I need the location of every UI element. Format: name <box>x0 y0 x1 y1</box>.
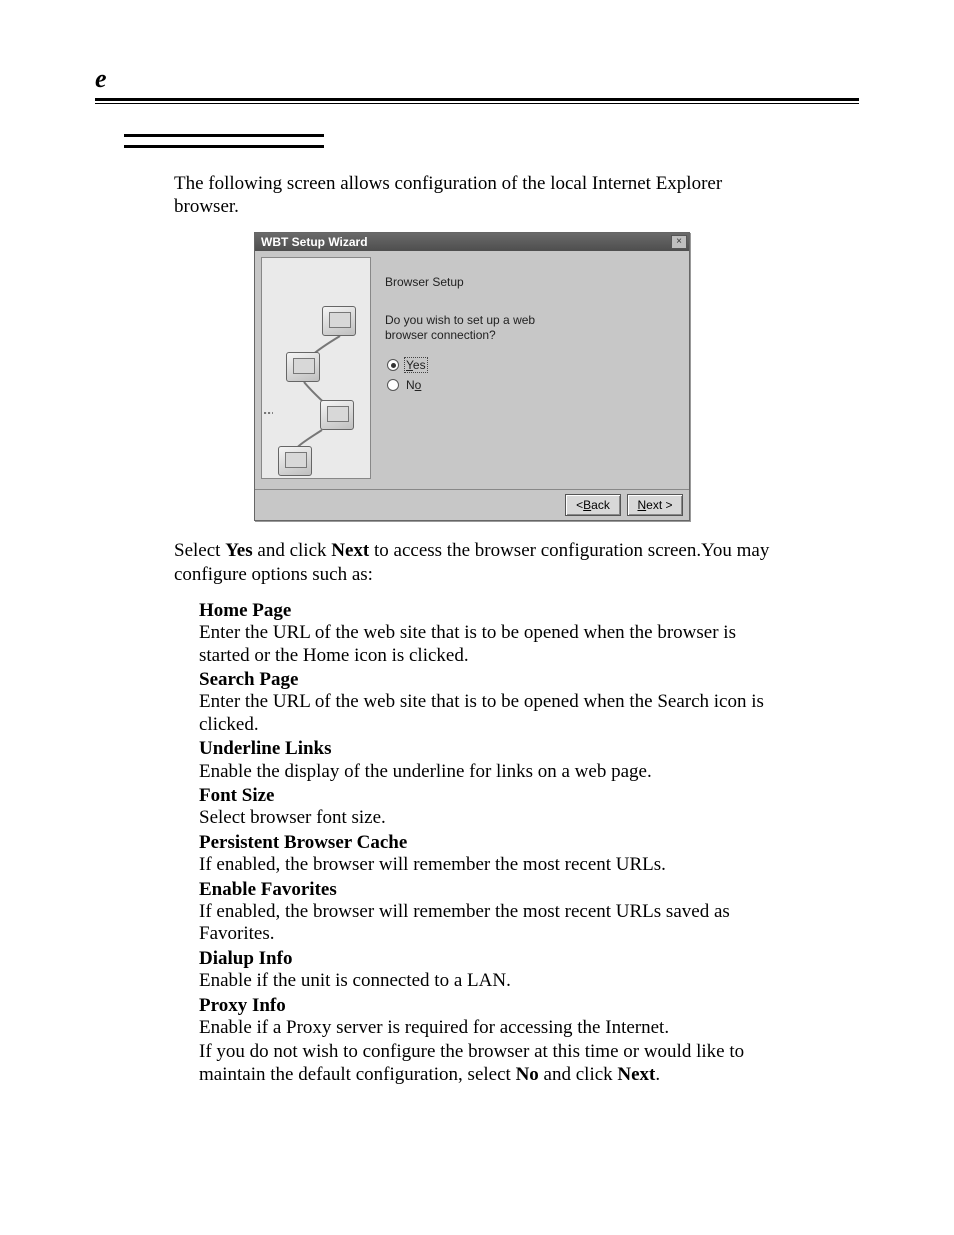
intro-text: The following screen allows configuratio… <box>174 172 779 218</box>
def-title: Search Page <box>199 669 779 691</box>
radio-yes[interactable]: Yes <box>387 357 673 373</box>
def-title: Persistent Browser Cache <box>199 832 779 854</box>
terminal-icon <box>286 352 320 382</box>
dialog-title: WBT Setup Wizard <box>261 235 368 249</box>
def-body: Enter the URL of the web site that is to… <box>199 622 779 667</box>
def-body: Enter the URL of the web site that is to… <box>199 691 779 736</box>
page-header-mark: e <box>95 66 859 92</box>
wizard-question: Do you wish to set up a web browser conn… <box>385 313 565 343</box>
terminal-icon <box>322 306 356 336</box>
def-title: Home Page <box>199 600 779 622</box>
back-button[interactable]: < Back <box>565 494 621 516</box>
def-body: Enable if the unit is connected to a LAN… <box>199 970 779 992</box>
section-rule-1 <box>124 134 324 137</box>
def-body: Enable if a Proxy server is required for… <box>199 1017 779 1039</box>
def-title: Enable Favorites <box>199 879 779 901</box>
def-body: Select browser font size. <box>199 807 779 829</box>
radio-yes-label: Yes <box>404 357 428 373</box>
radio-empty-icon <box>387 379 399 391</box>
wizard-illustration <box>261 257 371 479</box>
closing-text: If you do not wish to configure the brow… <box>199 1041 779 1086</box>
def-title: Dialup Info <box>199 948 779 970</box>
radio-dot-icon <box>387 359 399 371</box>
terminal-icon <box>278 446 312 476</box>
close-button[interactable]: × <box>671 235 687 249</box>
radio-no[interactable]: No <box>387 377 673 393</box>
section-rule-2 <box>124 145 324 148</box>
terminal-icon <box>320 400 354 430</box>
definition-list: Home Page Enter the URL of the web site … <box>199 600 779 1087</box>
def-title: Underline Links <box>199 738 779 760</box>
def-body: Enable the display of the underline for … <box>199 761 779 783</box>
header-rule-thick <box>95 98 859 101</box>
close-icon: × <box>676 237 682 247</box>
radio-no-label: No <box>404 377 423 393</box>
wizard-heading: Browser Setup <box>385 275 673 289</box>
next-button[interactable]: Next > <box>627 494 683 516</box>
def-title: Font Size <box>199 785 779 807</box>
after-wizard-text: Select Yes and click Next to access the … <box>174 539 779 585</box>
dialog-titlebar: WBT Setup Wizard × <box>255 233 689 251</box>
def-body: If enabled, the browser will remember th… <box>199 854 779 876</box>
header-rule-thin <box>95 103 859 104</box>
setup-wizard-dialog: WBT Setup Wizard × <box>254 232 690 521</box>
def-body: If enabled, the browser will remember th… <box>199 901 779 946</box>
def-title: Proxy Info <box>199 995 779 1017</box>
dialog-footer: < Back Next > <box>255 489 689 520</box>
